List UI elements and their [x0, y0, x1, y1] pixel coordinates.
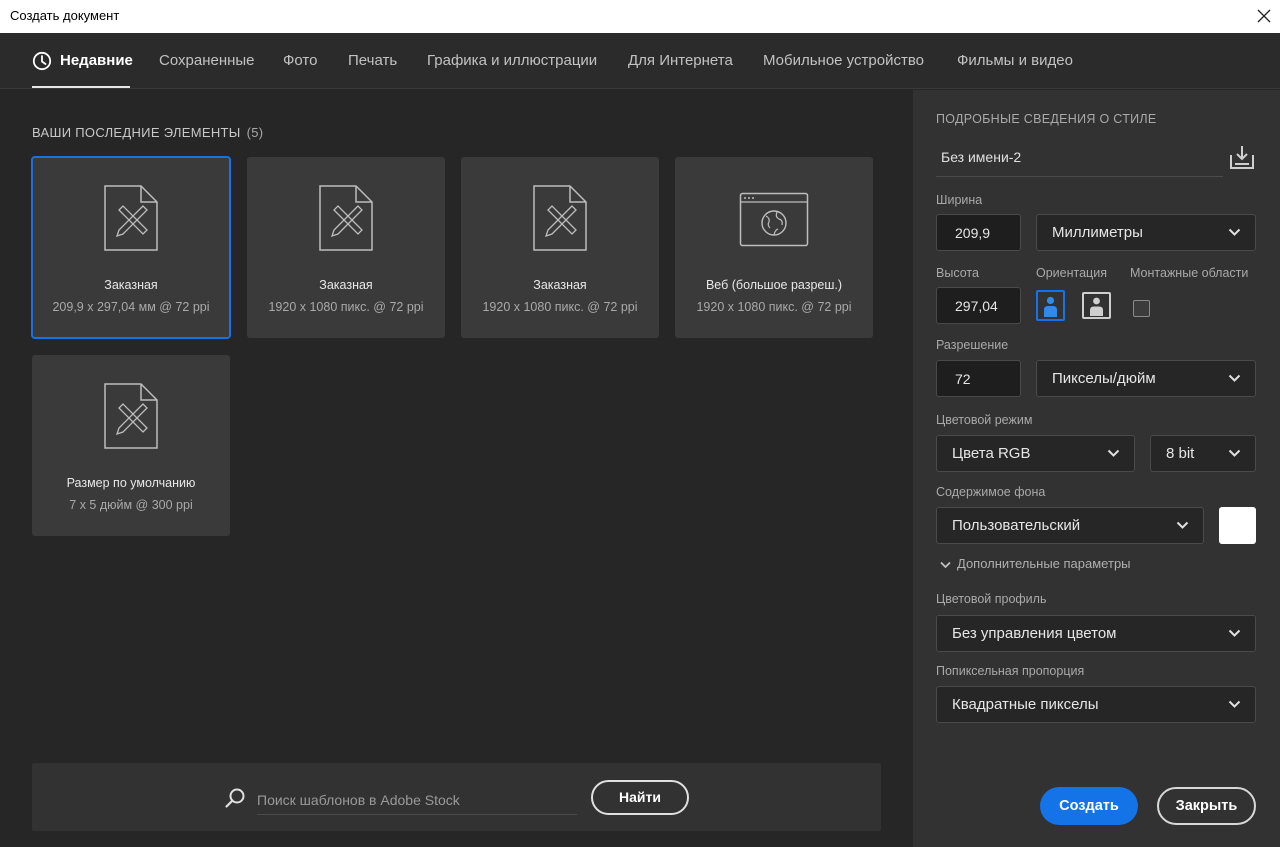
chevron-down-icon	[1228, 374, 1241, 382]
recent-count: (5)	[246, 125, 264, 140]
chevron-down-icon	[1228, 700, 1241, 708]
tab-mobile[interactable]: Мобильное устройство	[763, 52, 924, 69]
close-icon	[1257, 9, 1271, 23]
section-title-text: ВАШИ ПОСЛЕДНИЕ ЭЛЕМЕНТЫ	[32, 125, 241, 140]
preset-name: Заказная	[533, 278, 587, 292]
title-bar: Создать документ	[0, 0, 1280, 33]
save-preset-icon[interactable]	[1229, 144, 1255, 170]
artboards-label: Монтажные области	[1130, 266, 1249, 280]
tab-photo[interactable]: Фото	[283, 52, 317, 69]
stock-search-input[interactable]	[257, 785, 577, 815]
portrait-orientation-icon[interactable]	[1036, 290, 1065, 321]
document-pen-ruler-icon	[104, 383, 158, 449]
resolution-unit-value: Пикселы/дюйм	[1052, 370, 1156, 387]
chevron-down-icon	[1228, 629, 1241, 637]
width-unit-dropdown[interactable]: Миллиметры	[1036, 214, 1256, 251]
chevron-down-icon	[940, 561, 951, 568]
color-profile-dropdown[interactable]: Без управления цветом	[936, 615, 1256, 652]
clock-icon	[32, 51, 52, 71]
create-button[interactable]: Создать	[1040, 787, 1138, 825]
section-title: ВАШИ ПОСЛЕДНИЕ ЭЛЕМЕНТЫ (5)	[32, 125, 263, 140]
resolution-label: Разрешение	[936, 338, 1009, 352]
preset-name: Заказная	[319, 278, 373, 292]
preset-card[interactable]: Заказная 1920 x 1080 пикс. @ 72 ppi	[247, 157, 445, 338]
color-mode-value: Цвета RGB	[952, 445, 1031, 462]
width-field[interactable]: 209,9	[936, 214, 1021, 251]
preset-name: Заказная	[104, 278, 158, 292]
artboards-checkbox[interactable]	[1133, 300, 1150, 317]
chevron-down-icon	[1228, 228, 1241, 236]
web-globe-icon	[739, 192, 809, 247]
tab-saved[interactable]: Сохраненные	[159, 52, 255, 69]
color-mode-dropdown[interactable]: Цвета RGB	[936, 435, 1135, 472]
preset-details-panel: ПОДРОБНЫЕ СВЕДЕНИЯ О СТИЛЕ Без имени-2 Ш…	[913, 90, 1280, 847]
bit-depth-dropdown[interactable]: 8 bit	[1150, 435, 1256, 472]
document-name-field[interactable]: Без имени-2	[936, 145, 1223, 177]
preset-dimensions: 1920 x 1080 пикс. @ 72 ppi	[268, 300, 424, 314]
height-field[interactable]: 297,04	[936, 287, 1021, 324]
orientation-label: Ориентация	[1036, 266, 1107, 280]
preset-details-heading: ПОДРОБНЫЕ СВЕДЕНИЯ О СТИЛЕ	[936, 112, 1157, 126]
preset-dimensions: 1920 x 1080 пикс. @ 72 ppi	[482, 300, 638, 314]
recent-items-area: ВАШИ ПОСЛЕДНИЕ ЭЛЕМЕНТЫ (5) Заказная 209,…	[0, 90, 913, 847]
preset-dimensions: 7 x 5 дюйм @ 300 ppi	[69, 498, 193, 512]
chevron-down-icon	[1228, 449, 1241, 457]
height-label: Высота	[936, 266, 979, 280]
background-label: Содержимое фона	[936, 485, 1046, 499]
pixel-aspect-dropdown[interactable]: Квадратные пикселы	[936, 686, 1256, 723]
bit-depth-value: 8 bit	[1166, 445, 1195, 462]
color-profile-value: Без управления цветом	[952, 625, 1117, 642]
pixel-aspect-value: Квадратные пикселы	[952, 696, 1099, 713]
color-profile-label: Цветовой профиль	[936, 592, 1047, 606]
background-color-swatch[interactable]	[1219, 507, 1256, 544]
background-dropdown[interactable]: Пользовательский	[936, 507, 1204, 544]
chevron-down-icon	[1107, 449, 1120, 457]
width-label: Ширина	[936, 193, 983, 207]
search-icon	[225, 788, 245, 808]
find-button[interactable]: Найти	[591, 780, 689, 815]
stock-search-bar: Найти	[32, 763, 881, 831]
window-title: Создать документ	[10, 8, 120, 23]
preset-card[interactable]: Размер по умолчанию 7 x 5 дюйм @ 300 ppi	[32, 355, 230, 536]
background-value: Пользовательский	[952, 517, 1081, 534]
preset-dimensions: 1920 x 1080 пикс. @ 72 ppi	[696, 300, 852, 314]
resolution-unit-dropdown[interactable]: Пикселы/дюйм	[1036, 360, 1256, 397]
preset-card[interactable]: Веб (большое разреш.) 1920 x 1080 пикс. …	[675, 157, 873, 338]
preset-name: Размер по умолчанию	[66, 476, 196, 490]
pixel-aspect-label: Попиксельная пропорция	[936, 664, 1085, 678]
tab-recent[interactable]: Недавние	[60, 52, 133, 69]
document-pen-ruler-icon	[533, 185, 587, 251]
preset-card[interactable]: Заказная 209,9 x 297,04 мм @ 72 ppi	[31, 156, 231, 339]
color-mode-label: Цветовой режим	[936, 413, 1033, 427]
document-pen-ruler-icon	[104, 185, 158, 251]
tab-art-illustration[interactable]: Графика и иллюстрации	[427, 52, 597, 69]
chevron-down-icon	[1176, 521, 1189, 529]
preset-name: Веб (большое разреш.)	[705, 278, 843, 292]
width-unit-value: Миллиметры	[1052, 224, 1143, 241]
resolution-field[interactable]: 72	[936, 360, 1021, 397]
tab-print[interactable]: Печать	[348, 52, 397, 69]
active-tab-indicator	[32, 86, 130, 88]
preset-card[interactable]: Заказная 1920 x 1080 пикс. @ 72 ppi	[461, 157, 659, 338]
advanced-options-label: Дополнительные параметры	[957, 556, 1131, 571]
tab-film-video[interactable]: Фильмы и видео	[957, 52, 1073, 69]
advanced-options-toggle[interactable]: Дополнительные параметры	[940, 556, 1131, 571]
preset-dimensions: 209,9 x 297,04 мм @ 72 ppi	[52, 300, 210, 314]
category-tabs: Недавние Сохраненные Фото Печать Графика…	[0, 33, 1280, 89]
close-window-button[interactable]	[1247, 0, 1280, 33]
document-pen-ruler-icon	[319, 185, 373, 251]
landscape-orientation-icon[interactable]	[1082, 290, 1111, 321]
close-button[interactable]: Закрыть	[1157, 787, 1256, 825]
tab-web[interactable]: Для Интернета	[628, 52, 733, 69]
